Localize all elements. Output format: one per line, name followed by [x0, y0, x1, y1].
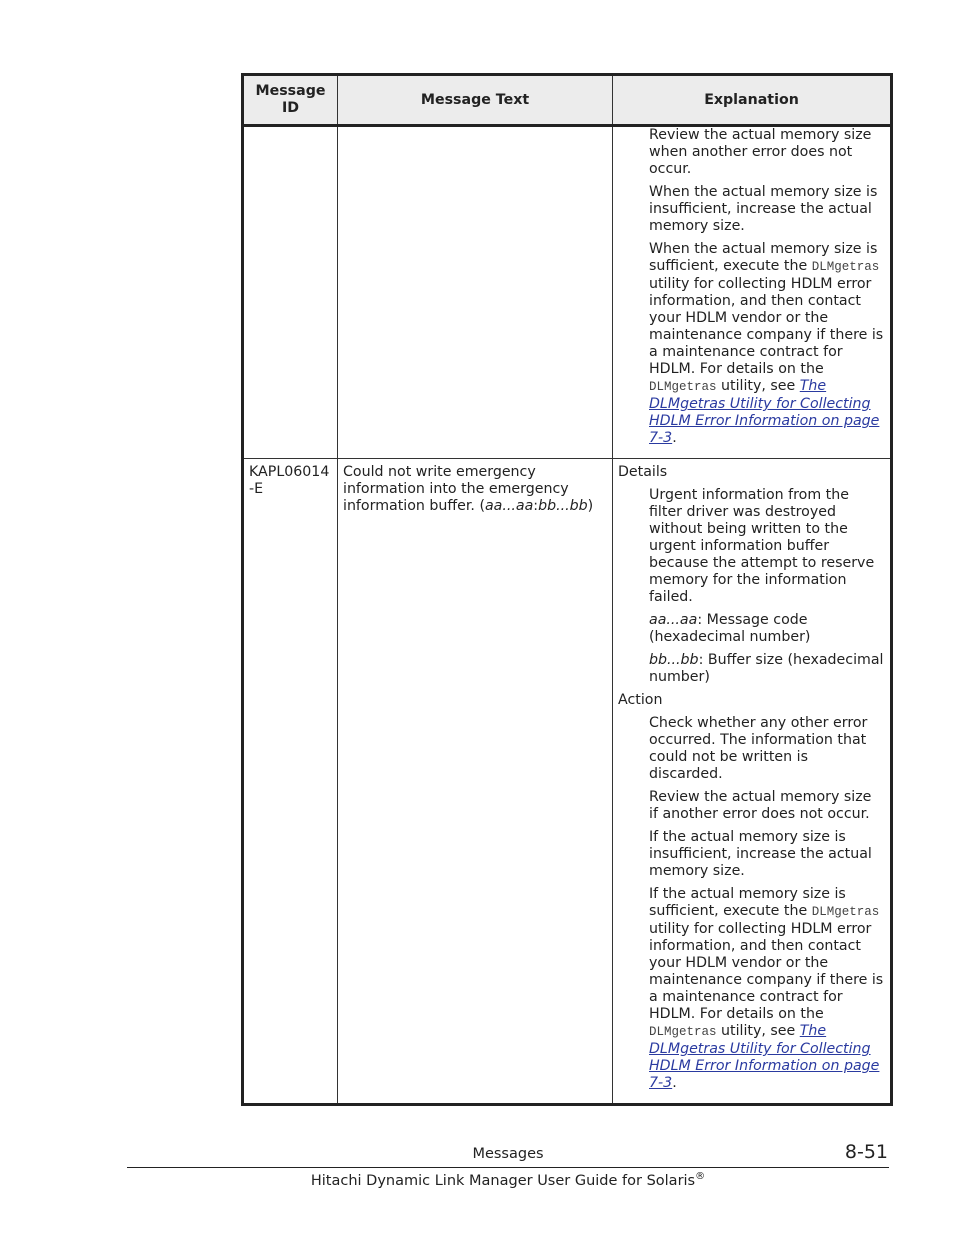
text: utility for collecting HDLM error inform…: [649, 921, 884, 1022]
cell-message-text: [337, 125, 613, 459]
table-header-row: Message ID Message Text Explanation: [242, 74, 892, 127]
cell-explanation: Review the actual memory size when anoth…: [612, 125, 892, 459]
footer-section-title: Messages: [472, 1146, 544, 1162]
action-label: Action: [618, 692, 663, 708]
message-id: KAPL06014-E: [249, 464, 330, 497]
footer-divider: [127, 1167, 889, 1168]
details-paragraph: Urgent information from the filter drive…: [649, 487, 875, 605]
variable-description: bb...bb: Buffer size (hexadecimal number…: [649, 652, 884, 686]
text: utility, see: [716, 378, 800, 394]
cell-explanation: Details Urgent information from the filt…: [612, 458, 892, 1105]
variable: aa...aa: [484, 498, 534, 514]
header-message-text: Message Text: [337, 74, 613, 127]
code-dlmgetras: DLMgetras: [649, 380, 717, 394]
variable: bb...bb: [538, 498, 588, 514]
explanation-paragraph: When the actual memory size is sufficien…: [649, 241, 884, 447]
page-number: 8-51: [844, 1141, 888, 1163]
header-message-id: Message ID: [242, 74, 338, 127]
footer-book-title: Hitachi Dynamic Link Manager User Guide …: [0, 1171, 954, 1189]
text: .: [672, 430, 677, 446]
book-title: Hitachi Dynamic Link Manager User Guide …: [310, 1172, 696, 1189]
cell-message-id: [242, 125, 338, 459]
text: utility, see: [716, 1023, 800, 1039]
action-paragraph: Check whether any other error occurred. …: [649, 715, 868, 782]
explanation-paragraph: Review the actual memory size when anoth…: [649, 127, 872, 177]
explanation-paragraph: When the actual memory size is insuffici…: [649, 184, 878, 234]
text: .: [672, 1075, 677, 1091]
action-paragraph: Review the actual memory size if another…: [649, 789, 872, 822]
code-dlmgetras: DLMgetras: [811, 260, 880, 274]
text: ): [587, 498, 594, 514]
code-dlmgetras: DLMgetras: [811, 905, 880, 919]
registered-mark: ®: [695, 1171, 706, 1182]
header-explanation: Explanation: [612, 74, 892, 127]
cell-message-id: KAPL06014-E: [242, 458, 338, 1105]
table-row: KAPL06014-E Could not write emergency in…: [242, 458, 892, 1105]
code-dlmgetras: DLMgetras: [649, 1025, 717, 1039]
table-row: Review the actual memory size when anoth…: [242, 125, 892, 459]
variable-description: aa...aa: Message code (hexadecimal numbe…: [649, 612, 884, 646]
messages-table: Message ID Message Text Explanation Revi…: [241, 73, 893, 1106]
details-label: Details: [618, 464, 668, 480]
variable: aa...aa: [649, 612, 698, 628]
cell-message-text: Could not write emergency information in…: [337, 458, 613, 1105]
action-paragraph: If the actual memory size is insufficien…: [649, 829, 872, 879]
variable: bb...bb: [649, 652, 699, 668]
action-paragraph: If the actual memory size is sufficient,…: [649, 886, 884, 1092]
text: utility for collecting HDLM error inform…: [649, 276, 884, 377]
